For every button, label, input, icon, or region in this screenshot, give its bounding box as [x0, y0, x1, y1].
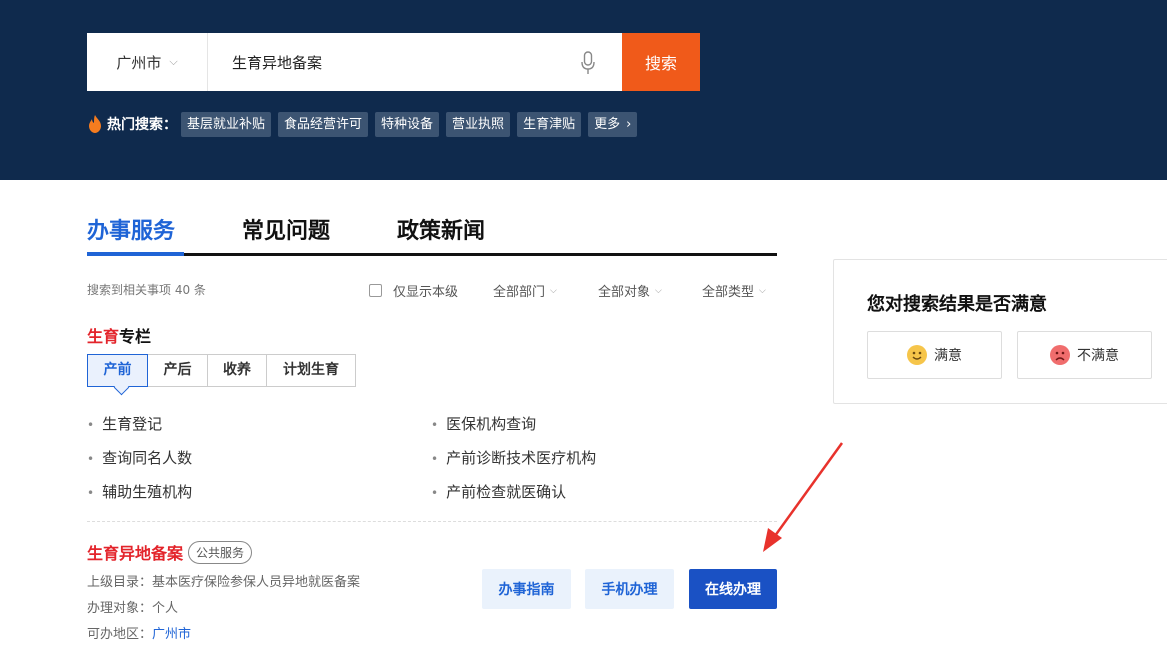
- guide-button[interactable]: 办事指南: [482, 569, 571, 609]
- result-count: 搜索到相关事项 40 条: [87, 283, 206, 297]
- column-link[interactable]: 产前诊断技术医疗机构: [431, 447, 596, 481]
- hot-tag[interactable]: 生育津贴: [517, 111, 582, 137]
- chevron-down-icon: ⌵: [655, 285, 662, 296]
- column-title: 生育专栏: [87, 323, 151, 347]
- chevron-down-icon: ⌵: [169, 55, 178, 68]
- hot-tag[interactable]: 营业执照: [446, 111, 511, 137]
- filter-target[interactable]: 全部对象 ⌵: [598, 281, 662, 300]
- online-handle-button[interactable]: 在线办理: [689, 569, 777, 609]
- filter-type-label: 全部类型: [702, 285, 755, 300]
- hot-searches: 热门搜索： 基层就业补贴 食品经营许可 特种设备 营业执照 生育津贴 更多 ›: [88, 111, 644, 137]
- search-query-text: 生育异地备案: [232, 53, 323, 72]
- filter-local-label: 仅显示本级: [393, 285, 459, 300]
- search-input[interactable]: 生育异地备案: [208, 33, 622, 91]
- column-link[interactable]: 产前检查就医确认: [431, 481, 596, 515]
- smile-face-icon: [907, 345, 927, 365]
- tab-news[interactable]: 政策新闻: [397, 213, 485, 245]
- result-item-target: 办理对象：个人: [87, 597, 178, 616]
- parent-value: 基本医疗保险参保人员异地就医备案: [152, 575, 361, 590]
- subtab-prenatal[interactable]: 产前: [87, 354, 148, 387]
- chevron-right-icon: ›: [626, 116, 632, 132]
- city-selector[interactable]: 广州市 ⌵: [87, 33, 208, 91]
- search-bar: 广州市 ⌵ 生育异地备案 搜索: [87, 33, 700, 91]
- mobile-handle-button[interactable]: 手机办理: [585, 569, 674, 609]
- feedback-title: 您对搜索结果是否满意: [867, 294, 1047, 315]
- filter-department[interactable]: 全部部门 ⌵: [493, 281, 557, 300]
- active-tab-indicator: [87, 252, 184, 256]
- column-links-right: 医保机构查询 产前诊断技术医疗机构 产前检查就医确认: [431, 413, 596, 515]
- subtab-adoption[interactable]: 收养: [208, 355, 267, 386]
- column-subtabs: 产前 产后 收养 计划生育: [87, 354, 356, 387]
- column-link[interactable]: 辅助生殖机构: [87, 481, 192, 515]
- column-link[interactable]: 医保机构查询: [431, 413, 596, 447]
- result-item-parent: 上级目录：基本医疗保险参保人员异地就医备案: [87, 571, 360, 590]
- header: 广州市 ⌵ 生育异地备案 搜索 热门搜索： 基层就业补贴 食品经营许可 特种设备…: [0, 0, 1167, 180]
- result-item-name[interactable]: 生育异地备案: [87, 540, 183, 564]
- filter-department-label: 全部部门: [493, 285, 546, 300]
- result-item-title: 生育异地备案 公共服务: [87, 540, 253, 564]
- local-only-checkbox[interactable]: [369, 284, 382, 297]
- subtab-postnatal[interactable]: 产后: [148, 355, 208, 386]
- tab-faq[interactable]: 常见问题: [242, 213, 330, 245]
- target-value: 个人: [152, 601, 179, 616]
- hot-tag[interactable]: 食品经营许可: [278, 111, 369, 137]
- result-item-area: 可办地区：广州市: [87, 623, 191, 642]
- hot-tag[interactable]: 基层就业补贴: [181, 111, 272, 137]
- feedback-panel: 您对搜索结果是否满意 满意 不满意: [833, 259, 1167, 404]
- annotation-arrow-icon: [763, 442, 844, 552]
- chevron-down-icon: ⌵: [759, 285, 766, 296]
- filter-local-only[interactable]: 仅显示本级: [369, 281, 458, 300]
- area-label: 可办地区：: [87, 627, 153, 642]
- column-link[interactable]: 生育登记: [87, 413, 192, 447]
- sad-face-icon: [1050, 345, 1070, 365]
- subtab-family-planning[interactable]: 计划生育: [267, 355, 355, 386]
- filter-type[interactable]: 全部类型 ⌵: [702, 281, 766, 300]
- parent-label: 上级目录：: [87, 575, 153, 590]
- search-button[interactable]: 搜索: [622, 33, 700, 91]
- microphone-icon[interactable]: [580, 51, 596, 75]
- chevron-down-icon: ⌵: [550, 285, 557, 296]
- target-label: 办理对象：: [87, 601, 153, 616]
- satisfied-label: 满意: [934, 348, 962, 364]
- unsatisfied-label: 不满意: [1077, 348, 1119, 364]
- hot-tag[interactable]: 特种设备: [375, 111, 440, 137]
- flame-icon: [89, 115, 101, 133]
- service-type-badge: 公共服务: [188, 540, 253, 564]
- column-title-rest: 专栏: [119, 327, 152, 346]
- filter-target-label: 全部对象: [598, 285, 651, 300]
- area-value-link[interactable]: 广州市: [152, 627, 191, 642]
- column-link[interactable]: 查询同名人数: [87, 447, 192, 481]
- hot-search-label: 热门搜索：: [107, 117, 177, 133]
- column-links-left: 生育登记 查询同名人数 辅助生殖机构: [87, 413, 192, 515]
- unsatisfied-button[interactable]: 不满意: [1017, 331, 1152, 379]
- city-label: 广州市: [116, 53, 162, 72]
- more-button[interactable]: 更多 ›: [588, 111, 638, 137]
- result-tabs: 办事服务 常见问题 政策新闻: [87, 210, 777, 256]
- divider: [87, 521, 777, 522]
- tab-services[interactable]: 办事服务: [87, 213, 175, 245]
- more-label: 更多: [594, 116, 621, 132]
- column-title-highlight: 生育: [87, 327, 120, 346]
- satisfied-button[interactable]: 满意: [867, 331, 1002, 379]
